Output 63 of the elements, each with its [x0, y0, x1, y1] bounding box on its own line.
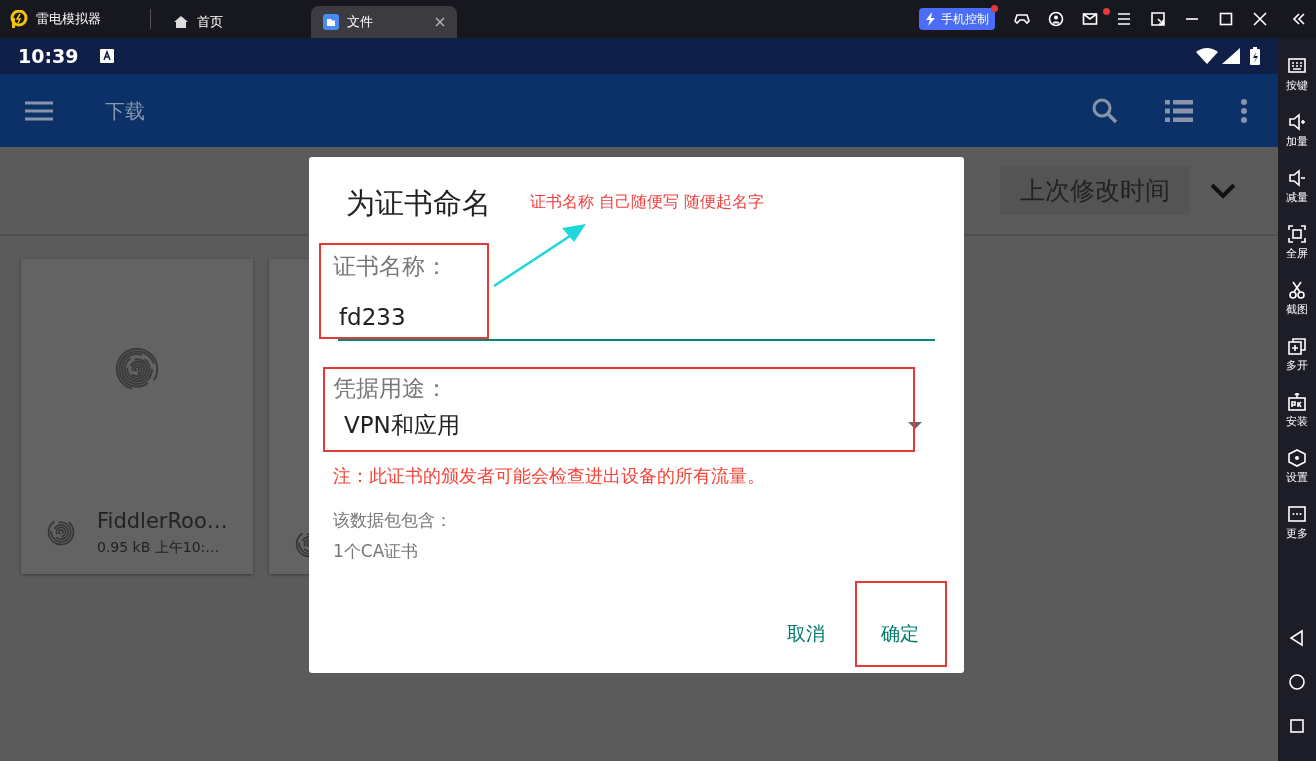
field-label: 证书名称： — [333, 252, 449, 281]
signal-icon — [1222, 48, 1240, 64]
folder-icon — [323, 14, 339, 30]
sidebar-button[interactable]: 加量 — [1286, 104, 1308, 160]
dropdown[interactable]: VPN和应用 — [333, 410, 935, 440]
keyboard-indicator-icon — [100, 49, 115, 63]
status-time: 10:39 — [18, 43, 79, 69]
close-icon[interactable] — [435, 17, 445, 27]
fingerprint-icon — [115, 347, 159, 391]
maximize-icon[interactable] — [1218, 11, 1234, 27]
fingerprint-icon — [295, 530, 309, 558]
screen-title: 下载 — [105, 97, 145, 125]
bolt-icon — [925, 12, 937, 26]
phone-control-button[interactable]: 手机控制 — [919, 8, 995, 30]
mail-icon[interactable] — [1082, 11, 1098, 27]
back-icon[interactable] — [1288, 629, 1306, 647]
sidebar-button[interactable]: 多开 — [1286, 328, 1308, 384]
dialog-button[interactable]: 取消 — [771, 609, 841, 657]
user-icon[interactable] — [1048, 11, 1064, 27]
home-circle-icon[interactable] — [1288, 673, 1306, 691]
recents-icon[interactable] — [1288, 717, 1306, 735]
dropdown-arrow-icon — [908, 421, 922, 429]
more-icon — [1288, 505, 1306, 524]
settings-icon — [1288, 449, 1306, 468]
search-icon[interactable] — [1092, 97, 1118, 124]
keyboard-icon — [1288, 57, 1306, 76]
dialog-button[interactable]: 确定 — [865, 609, 935, 657]
gamepad-icon[interactable] — [1014, 11, 1030, 27]
annotation-text: 证书名称 自己随便写 随便起名字 — [530, 191, 765, 213]
volume-up-icon — [1288, 113, 1306, 132]
warning-text: 注：此证书的颁发者可能会检查进出设备的所有流量。 — [333, 464, 766, 488]
list-view-icon[interactable] — [1165, 99, 1193, 122]
tab[interactable]: 首页 — [161, 6, 235, 38]
chevron-down-icon[interactable] — [1210, 182, 1236, 199]
sidebar-button[interactable]: 更多 — [1286, 496, 1308, 552]
sidebar-button[interactable]: 设置 — [1286, 440, 1308, 496]
field-label: 凭据用途： — [333, 374, 449, 403]
tab[interactable]: 文件 — [311, 6, 457, 38]
multi-window-icon — [1288, 337, 1306, 356]
notification-dot — [991, 5, 998, 12]
dialog-title: 为证书命名 — [346, 185, 491, 221]
volume-down-icon — [1288, 169, 1306, 188]
home-icon — [173, 14, 189, 30]
scissors-icon — [1288, 281, 1306, 300]
collapse-icon[interactable] — [1291, 11, 1307, 27]
fullscreen-icon — [1288, 225, 1306, 244]
install-icon — [1288, 393, 1306, 412]
logo-icon — [10, 10, 28, 28]
sidebar-button[interactable]: 全屏 — [1286, 216, 1308, 272]
sidebar-button[interactable]: 安装 — [1286, 384, 1308, 440]
wifi-icon — [1196, 48, 1218, 64]
notification-dot — [1103, 8, 1110, 15]
sidebar-button[interactable]: 按键 — [1286, 48, 1308, 104]
info-text: 该数据包包含： — [333, 509, 453, 532]
more-icon[interactable] — [1241, 98, 1247, 123]
sidebar-button[interactable]: 截图 — [1286, 272, 1308, 328]
battery-icon — [1250, 47, 1260, 65]
window-icon[interactable] — [1150, 11, 1166, 27]
app-name: 雷电模拟器 — [36, 10, 101, 29]
file-name: FiddlerRoo… — [97, 507, 228, 535]
menu-icon[interactable] — [1116, 11, 1132, 27]
info-text: 1个CA证书 — [333, 540, 420, 563]
sidebar-button[interactable]: 减量 — [1286, 160, 1308, 216]
